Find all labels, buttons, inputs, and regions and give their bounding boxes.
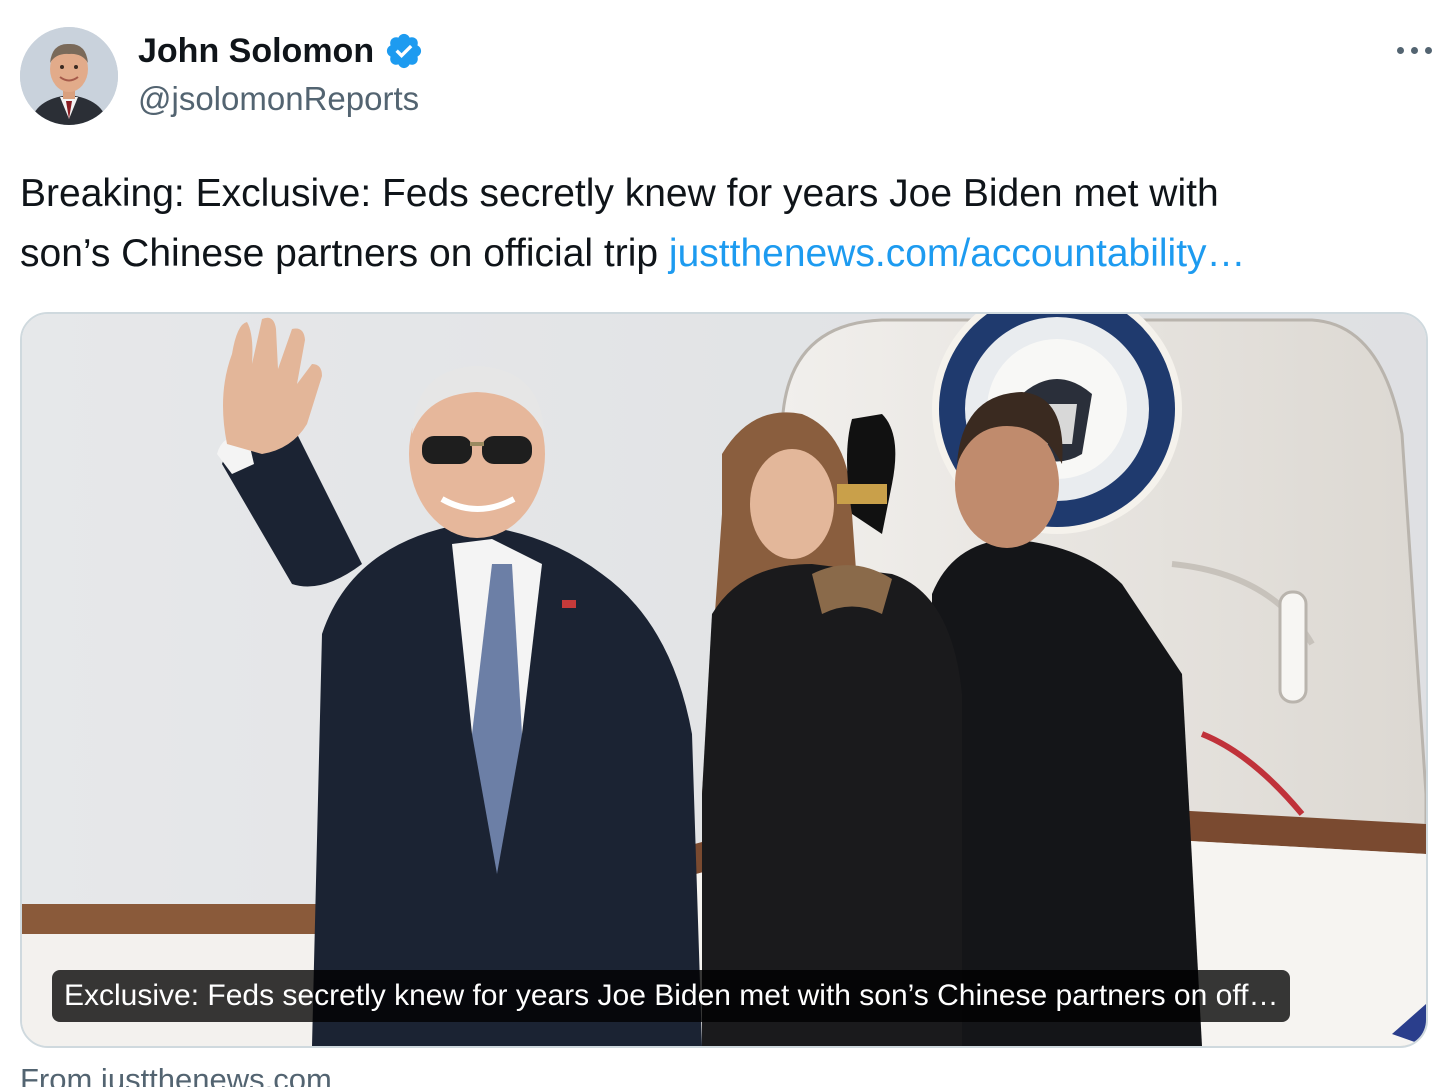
more-dot (1424, 46, 1432, 54)
tweet-link[interactable]: justthenews.com/accountability… (669, 232, 1246, 275)
author-avatar[interactable] (20, 27, 118, 125)
more-options-icon[interactable] (1386, 32, 1442, 68)
author-display-name[interactable]: John Solomon (138, 32, 374, 71)
tweet-text-line-1: Breaking: Exclusive: Feds secretly knew … (20, 172, 1219, 215)
more-dot (1410, 46, 1418, 54)
more-dot (1396, 46, 1404, 54)
card-source[interactable]: From justthenews.com (20, 1062, 332, 1087)
author-name-row: John Solomon (138, 26, 424, 76)
author-handle[interactable]: @jsolomonReports (138, 80, 419, 118)
card-image (22, 314, 1426, 1046)
tweet-text-line-2-text: son’s Chinese partners on official trip (20, 232, 669, 275)
tweet-text: Breaking: Exclusive: Feds secretly knew … (20, 164, 1440, 284)
verified-badge-icon (387, 33, 422, 69)
card-caption: Exclusive: Feds secretly knew for years … (52, 970, 1291, 1022)
profile-photo (20, 27, 118, 125)
tweet-container: John Solomon @jsolomonReports Breaking: … (0, 0, 1456, 1087)
link-preview-card[interactable]: Exclusive: Feds secretly knew for years … (20, 312, 1428, 1048)
tweet-text-line-2: son’s Chinese partners on official trip … (20, 224, 1440, 284)
